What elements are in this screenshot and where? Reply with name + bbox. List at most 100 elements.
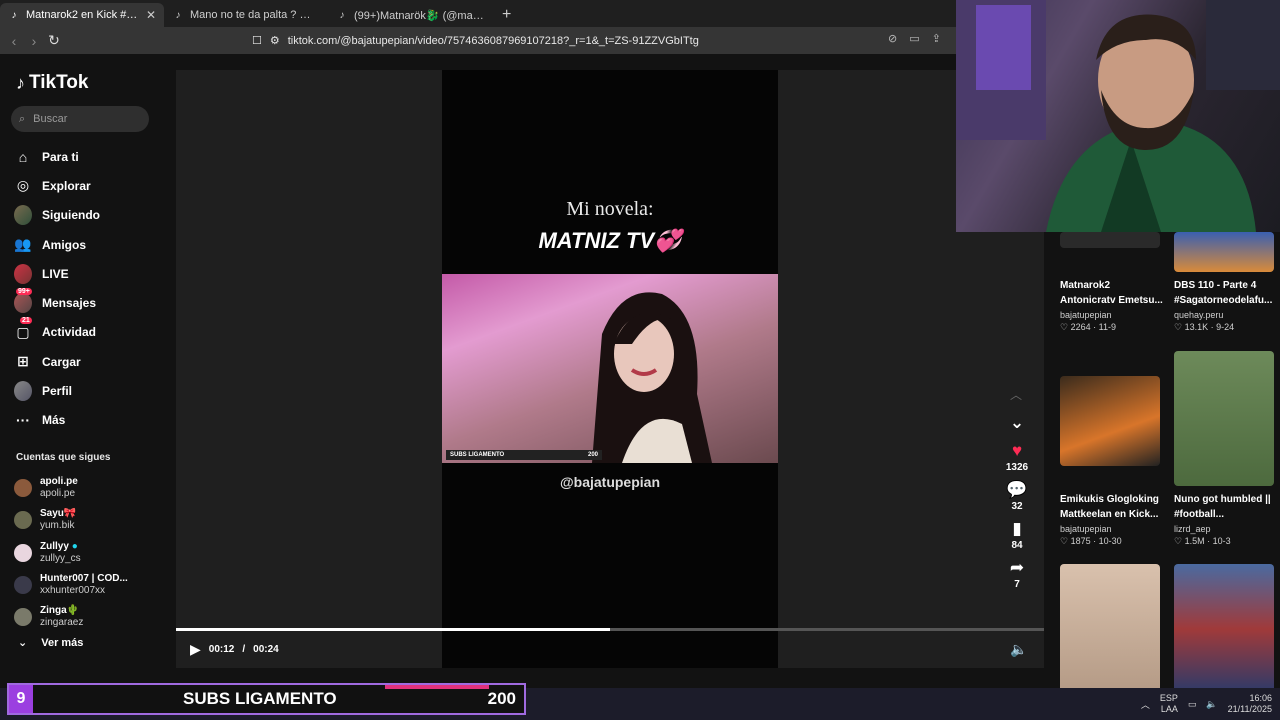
address-actions: ⊘ ▭ ⇪: [888, 32, 941, 45]
share-icon[interactable]: ⇪: [932, 32, 941, 45]
activity-badge: 21: [20, 317, 32, 325]
account-item[interactable]: Hunter007 | COD... xxhunter007xx: [14, 569, 128, 601]
next-video-icon[interactable]: ⌄: [1004, 412, 1030, 434]
site-info-icon[interactable]: ⚙: [270, 34, 280, 47]
avatar: [14, 479, 32, 498]
share-icon[interactable]: ➦: [1004, 557, 1030, 579]
profile-icon: [14, 381, 32, 402]
account-item[interactable]: Zinga🌵 zingaraez: [14, 601, 128, 633]
tiktok-favicon-icon: ♪: [339, 9, 345, 21]
streamer-figure: [956, 0, 1280, 232]
account-item[interactable]: apoli.pe apoli.pe: [14, 472, 128, 504]
video-frame[interactable]: Mi novela: MATNIZ TV💞 SUBS LIGAMENTO 200 …: [442, 70, 778, 668]
progress-fill: [176, 628, 610, 631]
url-text: tiktok.com/@bajatupepian/video/757463608…: [287, 34, 699, 47]
tiktok-logo[interactable]: ♪ TikTok: [16, 72, 88, 94]
compass-icon: ◎: [16, 177, 30, 194]
woman-figure: [592, 292, 712, 463]
account-item[interactable]: Zullyy ● zullyy_cs: [14, 537, 128, 569]
time-separator: /: [242, 644, 246, 655]
recommendation-card[interactable]: Matnarok2 Antonicratv Emetsu... bajatupe…: [1060, 232, 1166, 333]
verified-icon: ●: [71, 540, 78, 552]
video-progress-bar[interactable]: [176, 628, 1044, 631]
video-thumbnail: [1060, 564, 1160, 688]
nav-item-live[interactable]: LIVE: [14, 259, 100, 288]
tiktok-sidebar: ♪ TikTok ⌕ Buscar ⌂ Para ti ◎ Explorar Sig…: [0, 54, 176, 684]
close-tab-icon[interactable]: ✕: [146, 8, 156, 22]
heart-icon[interactable]: ♥: [1004, 440, 1030, 462]
goal-progress-bar: [385, 685, 489, 689]
volume-icon[interactable]: 🔈: [1206, 699, 1217, 710]
nav-item-more[interactable]: ··· Más: [14, 406, 100, 435]
video-actions: ⌄ ♥ 1326 💬 32 ▮ 84 ➦ 7: [1004, 388, 1030, 596]
system-tray: ︿ ESP LAA ▭ 🔈 16:06 21/11/2025: [1140, 693, 1272, 715]
volume-icon[interactable]: 🔈: [1010, 641, 1027, 658]
goal-label: SUBS LIGAMENTO: [183, 689, 337, 708]
heart-outline-icon: ♡: [1174, 536, 1183, 546]
video-thumbnail: [1060, 376, 1160, 466]
nav-item-for-you[interactable]: ⌂ Para ti: [14, 142, 100, 171]
tiktok-logo-icon: ♪: [16, 72, 25, 93]
nav-item-explore[interactable]: ◎ Explorar: [14, 171, 100, 200]
account-item[interactable]: Sayu🎀 yum.bik: [14, 504, 128, 536]
bookmark-icon[interactable]: ☐: [252, 34, 262, 47]
tab-title: Matnarok2 en Kick #kickperu: [26, 9, 140, 21]
messages-icon: 99+: [14, 288, 32, 314]
search-input[interactable]: ⌕ Buscar: [11, 106, 149, 132]
address-field[interactable]: ☐ ⚙ tiktok.com/@bajatupepian/video/75746…: [252, 30, 952, 51]
video-caption-line2: MATNIZ TV💞: [538, 228, 682, 253]
video-handle: @bajatupepian: [560, 474, 660, 490]
avatar: [14, 543, 32, 562]
video-thumbnail: [1174, 232, 1274, 272]
heart-outline-icon: ♡: [1060, 536, 1069, 546]
play-icon[interactable]: ▶: [190, 641, 201, 658]
no-track-icon[interactable]: ⊘: [888, 32, 897, 45]
heart-outline-icon: ♡: [1060, 322, 1069, 332]
home-icon: ⌂: [18, 148, 28, 165]
heart-outline-icon: ♡: [1174, 322, 1183, 332]
nav-item-upload[interactable]: ⊞ Cargar: [14, 347, 100, 376]
browser-tab[interactable]: ♪ Mano no te da palta ? @antoniprime: [164, 3, 328, 27]
more-icon: ···: [16, 412, 30, 429]
avatar: [14, 511, 32, 530]
browser-tab-active[interactable]: ♪ Matnarok2 en Kick #kickperu ✕: [0, 3, 164, 27]
mini-subs-bar: SUBS LIGAMENTO 200: [446, 450, 602, 460]
nav-item-messages[interactable]: 99+ Mensajes: [14, 288, 100, 317]
avatar: [14, 576, 32, 595]
playback-controls: ▶ 00:12 / 00:24: [190, 641, 279, 658]
chevron-up-icon[interactable]: ︿: [1141, 698, 1150, 711]
nav-item-profile[interactable]: Perfil: [14, 376, 100, 405]
browser-tab[interactable]: ♪ (99+)Matnarök🐉 (@matnarok_) | Ti: [328, 3, 492, 27]
main-nav: ⌂ Para ti ◎ Explorar Siguiendo 👥 Amigos LIV…: [14, 142, 100, 435]
reload-icon[interactable]: ↻: [44, 32, 64, 49]
back-icon[interactable]: ‹: [4, 33, 24, 49]
recommendation-card[interactable]: DBS 110 - Parte 4 #Sagatorneodelafu... q…: [1174, 232, 1280, 333]
nav-item-following[interactable]: Siguiendo: [14, 201, 100, 230]
recommendation-card[interactable]: [1174, 564, 1280, 688]
see-more-button[interactable]: ⌄ Ver más: [18, 636, 83, 650]
chevron-down-icon: ⌄: [18, 637, 28, 649]
video-inner-image: SUBS LIGAMENTO 200: [442, 274, 778, 463]
display-icon[interactable]: ▭: [909, 32, 919, 45]
recommendation-card[interactable]: Emikukis Glogloking Mattkeelan en Kick..…: [1060, 376, 1166, 547]
network-icon[interactable]: ▭: [1188, 699, 1197, 710]
video-thumbnail: [1174, 351, 1274, 486]
upload-icon: ⊞: [17, 353, 29, 370]
nav-item-activity[interactable]: ▢ 21 Actividad: [14, 317, 100, 347]
activity-icon: ▢ 21: [16, 317, 32, 340]
new-tab-button[interactable]: +: [492, 3, 521, 27]
comment-icon[interactable]: 💬: [1004, 479, 1030, 501]
time-total: 00:24: [253, 644, 279, 655]
clock[interactable]: 16:06 21/11/2025: [1228, 693, 1272, 715]
recommendation-card[interactable]: [1060, 564, 1166, 688]
tiktok-favicon-icon: ♪: [11, 9, 17, 21]
time-current: 00:12: [208, 644, 235, 655]
recommendation-card[interactable]: Nuno got humbled || #football... lizrd_a…: [1174, 351, 1280, 547]
messages-badge: 99+: [16, 288, 32, 296]
video-caption-line1: Mi novela:: [566, 198, 654, 220]
goal-level: 9: [9, 685, 33, 713]
nav-item-friends[interactable]: 👥 Amigos: [14, 230, 100, 259]
forward-icon[interactable]: ›: [24, 33, 44, 49]
avatar: [14, 608, 32, 627]
bookmark-icon[interactable]: ▮: [1004, 518, 1030, 540]
